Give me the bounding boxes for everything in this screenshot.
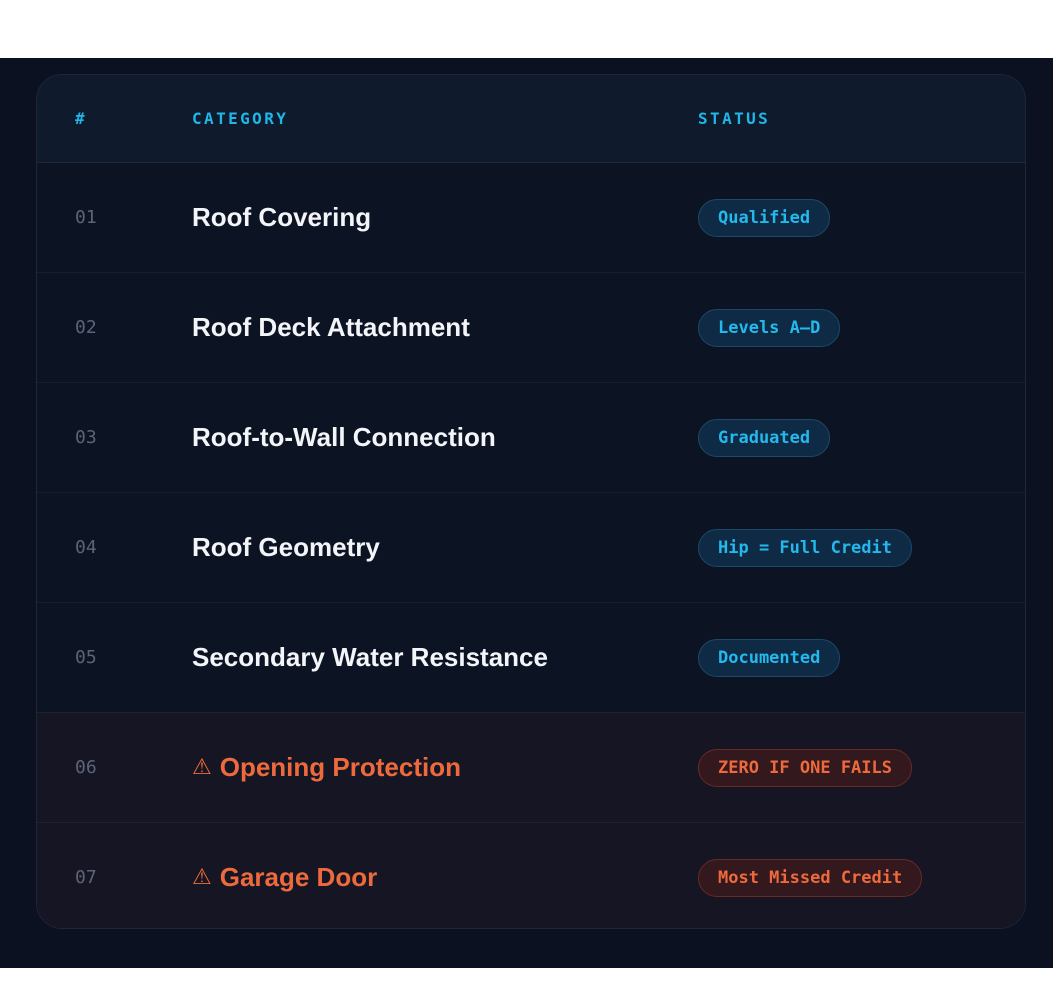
warning-icon: ⚠ — [192, 755, 212, 780]
row-status: Levels A–D — [698, 273, 841, 382]
table-row[interactable]: 03 Roof-to-Wall Connection Graduated — [37, 382, 1025, 492]
status-badge: Hip = Full Credit — [698, 528, 912, 567]
column-header-status[interactable]: STATUS — [698, 75, 770, 162]
row-category: ⚠ Garage Door — [192, 823, 378, 928]
row-status: ZERO IF ONE FAILS — [698, 713, 912, 822]
row-number: 06 — [75, 757, 97, 778]
inspection-categories-table: # CATEGORY STATUS 01 Roof Covering Quali… — [36, 74, 1026, 929]
row-number: 04 — [75, 537, 97, 558]
status-badge: Graduated — [698, 418, 831, 457]
row-number: 02 — [75, 317, 97, 338]
row-category: Secondary Water Resistance — [192, 603, 548, 712]
row-category: Roof Covering — [192, 163, 371, 272]
status-badge: Qualified — [698, 198, 831, 237]
category-label: Secondary Water Resistance — [192, 642, 548, 672]
row-status: Hip = Full Credit — [698, 493, 912, 602]
category-label: Roof Covering — [192, 202, 372, 232]
row-category: ⚠ Opening Protection — [192, 713, 461, 822]
table-header: # CATEGORY STATUS — [37, 75, 1025, 163]
column-header-category[interactable]: CATEGORY — [192, 75, 288, 162]
category-label: Roof-to-Wall Connection — [192, 422, 496, 452]
status-badge-warning: Most Missed Credit — [698, 858, 923, 897]
row-category: Roof-to-Wall Connection — [192, 383, 496, 492]
table-row-warning[interactable]: 06 ⚠ Opening Protection ZERO IF ONE FAILS — [37, 712, 1025, 822]
row-number: 01 — [75, 207, 97, 228]
row-status: Most Missed Credit — [698, 823, 923, 928]
table-row-warning[interactable]: 07 ⚠ Garage Door Most Missed Credit — [37, 822, 1025, 928]
table-body: 01 Roof Covering Qualified 02 Roof Deck … — [37, 163, 1025, 928]
row-number: 05 — [75, 647, 97, 668]
status-badge: Documented — [698, 638, 841, 677]
row-category: Roof Deck Attachment — [192, 273, 470, 382]
status-badge-warning: ZERO IF ONE FAILS — [698, 748, 912, 787]
category-label: Opening Protection — [219, 752, 461, 782]
table-row[interactable]: 02 Roof Deck Attachment Levels A–D — [37, 272, 1025, 382]
row-status: Graduated — [698, 383, 831, 492]
category-label: Roof Geometry — [192, 532, 380, 562]
row-status: Documented — [698, 603, 841, 712]
warning-icon: ⚠ — [192, 865, 212, 890]
row-number: 07 — [75, 867, 97, 888]
table-row[interactable]: 05 Secondary Water Resistance Documented — [37, 602, 1025, 712]
category-label: Roof Deck Attachment — [192, 312, 470, 342]
row-category: Roof Geometry — [192, 493, 380, 602]
row-number: 03 — [75, 427, 97, 448]
column-header-number[interactable]: # — [75, 75, 87, 162]
status-badge: Levels A–D — [698, 308, 841, 347]
table-row[interactable]: 04 Roof Geometry Hip = Full Credit — [37, 492, 1025, 602]
category-label: Garage Door — [219, 862, 378, 892]
row-status: Qualified — [698, 163, 831, 272]
table-row[interactable]: 01 Roof Covering Qualified — [37, 163, 1025, 272]
